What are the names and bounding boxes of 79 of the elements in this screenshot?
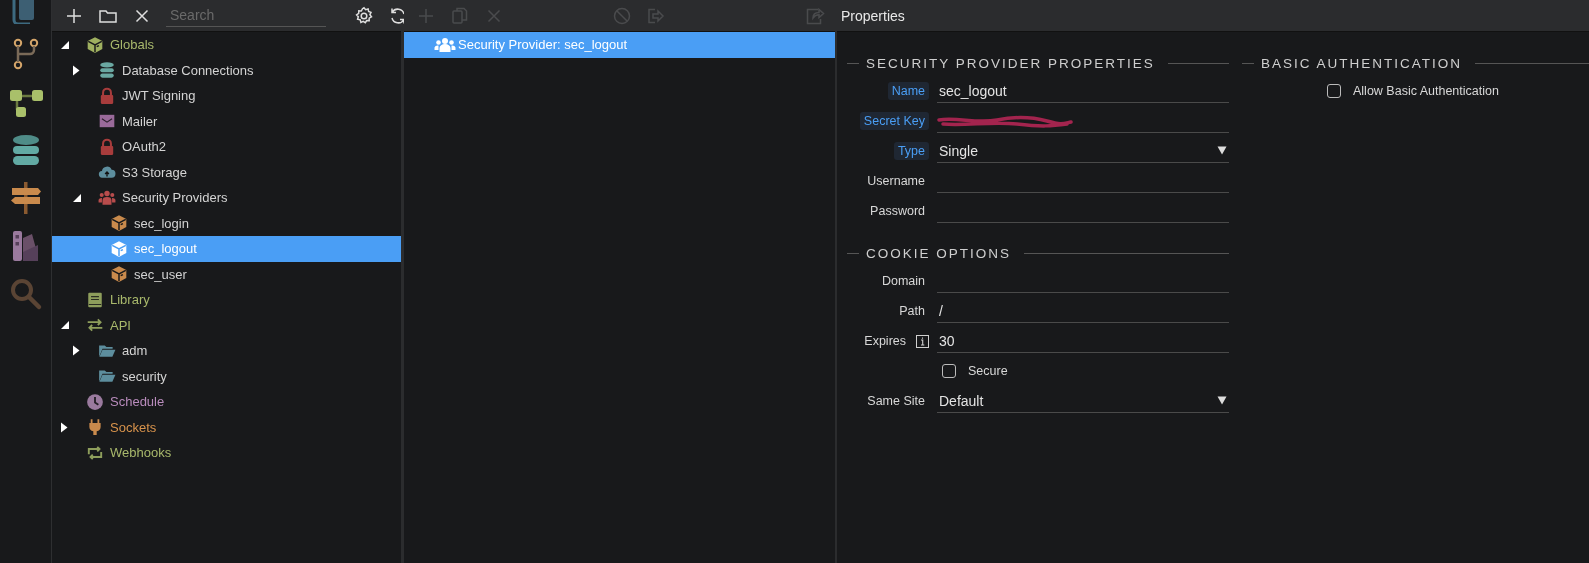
checkbox-label: Allow Basic Authentication (1353, 84, 1499, 98)
tree-item[interactable]: Mailer (52, 108, 401, 134)
tree-item[interactable]: Globals (52, 32, 401, 58)
clock-icon (86, 392, 104, 411)
tree-item-label: Library (110, 292, 150, 308)
dropdown[interactable]: Single (937, 139, 1229, 163)
collapsed-arrow-icon[interactable] (72, 345, 80, 357)
tree-item-label: JWT Signing (122, 88, 196, 104)
tree-item-label: sec_logout (134, 241, 197, 257)
tree-item[interactable]: API (52, 312, 401, 338)
tree-item[interactable]: Security Providers (52, 185, 401, 211)
tree-item-label: API (110, 317, 131, 333)
input-field[interactable]: sec_logout (937, 79, 1229, 103)
tree-item-label: S3 Storage (122, 164, 188, 180)
tree-item-label: Mailer (122, 113, 158, 129)
tree-item-label: Security Providers (122, 190, 228, 206)
tree-item-label: sec_user (134, 266, 187, 282)
collapsed-arrow-icon[interactable] (60, 421, 68, 433)
tree-item-label: Database Connections (122, 62, 254, 78)
caret-icon (1217, 396, 1227, 405)
field-label: Expires (863, 333, 907, 350)
expanded-arrow-icon[interactable] (60, 320, 70, 331)
tree-item[interactable]: Schedule (52, 389, 401, 415)
tree-item-label: sec_login (134, 215, 189, 231)
users-icon (98, 188, 116, 207)
cube-icon (110, 214, 128, 233)
tree-item-label: adm (122, 343, 148, 359)
lock-icon (98, 137, 116, 156)
tree-item[interactable]: Library (52, 287, 401, 313)
input-field[interactable]: 30 (937, 329, 1229, 353)
lock-icon (98, 86, 116, 105)
tree-item[interactable]: security (52, 363, 401, 389)
expanded-arrow-icon[interactable] (60, 39, 70, 50)
tree-item-label: Sockets (110, 419, 157, 435)
info-icon[interactable] (916, 334, 929, 348)
tree-item[interactable]: Webhooks (52, 440, 401, 466)
checkbox[interactable] (942, 364, 956, 378)
cube-icon (86, 35, 104, 54)
caret-icon (1217, 146, 1227, 155)
tree-item-label: OAuth2 (122, 139, 167, 155)
collapsed-arrow-icon[interactable] (72, 64, 80, 76)
settings-icon[interactable] (354, 5, 374, 26)
expanded-arrow-icon[interactable] (72, 192, 82, 203)
checkbox[interactable] (1327, 84, 1341, 98)
tree-item-label: Schedule (110, 394, 165, 410)
tree-item[interactable]: sec_login (52, 210, 401, 236)
cube-icon (110, 239, 128, 258)
field-label: Username (866, 173, 926, 190)
tree-item[interactable]: adm (52, 338, 401, 364)
tree-item-label: Globals (110, 37, 155, 53)
cube-icon (110, 265, 128, 284)
panel-title: Properties (841, 7, 905, 24)
field-label: Path (898, 303, 926, 320)
field-label: Name (887, 82, 929, 100)
tree-item-label: security (122, 368, 167, 384)
input-field[interactable]: / (937, 299, 1229, 323)
field-label: Type (893, 142, 929, 160)
tree-item[interactable]: Database Connections (52, 57, 401, 83)
plug-icon (86, 418, 104, 437)
tree-item[interactable]: Sockets (52, 414, 401, 440)
tree-item-label: Webhooks (110, 445, 172, 461)
field-label: Password (869, 203, 926, 220)
search-field[interactable]: Search (166, 4, 326, 27)
section-heading: COOKIE OPTIONS (866, 245, 1012, 261)
users-icon (434, 36, 456, 53)
checkbox-label: Secure (968, 364, 1008, 378)
dropdown[interactable]: Default (937, 389, 1229, 413)
tree-item[interactable]: S3 Storage (52, 159, 401, 185)
database-icon (98, 61, 116, 80)
tree-item[interactable]: sec_user (52, 261, 401, 287)
tree-item[interactable]: JWT Signing (52, 83, 401, 109)
tree-item[interactable]: OAuth2 (52, 134, 401, 160)
section-heading: SECURITY PROVIDER PROPERTIES (866, 55, 1155, 71)
field-label: Same Site (866, 393, 926, 410)
field-label: Domain (880, 273, 926, 290)
search-input[interactable]: Search (168, 6, 314, 24)
book-icon (86, 290, 104, 309)
field-label: Secret Key (859, 112, 929, 130)
section-heading: BASIC AUTHENTICATION (1261, 55, 1463, 71)
